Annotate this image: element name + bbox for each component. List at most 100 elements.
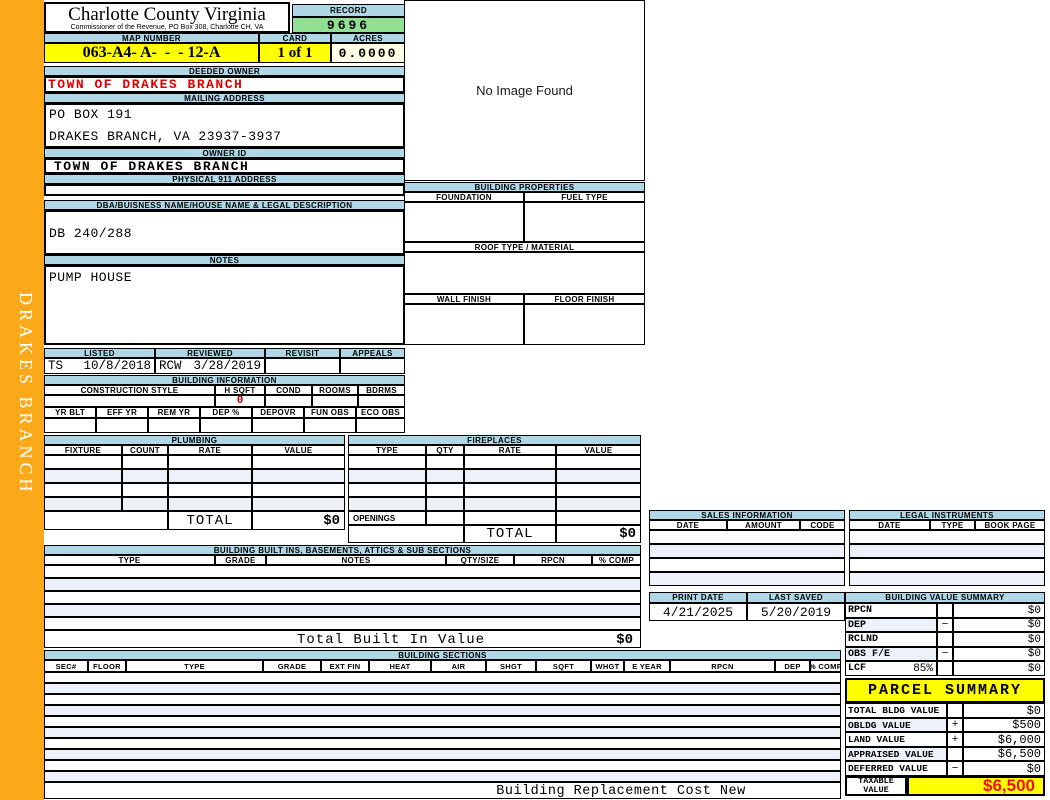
- bvs-op-lcf: [937, 661, 953, 676]
- print-date-header: PRINT DATE: [649, 592, 747, 603]
- ps-op-land: +: [947, 732, 963, 747]
- bs-col-air: AIR: [431, 660, 486, 672]
- sales-row: [649, 558, 845, 572]
- roof-type-header: ROOF TYPE / MATERIAL: [404, 242, 645, 252]
- dba-header: DBA/BUISNESS NAME/HOUSE NAME & LEGAL DES…: [44, 200, 405, 210]
- ps-value-land: $6,000: [963, 732, 1045, 747]
- ps-label-land: LAND VALUE: [845, 732, 947, 747]
- remyr-header: REM YR: [148, 407, 200, 418]
- no-image-text: No Image Found: [476, 83, 573, 98]
- fireplaces-col-value: VALUE: [556, 445, 641, 455]
- bs-col-grade: GRADE: [263, 660, 321, 672]
- notes-box[interactable]: PUMP HOUSE: [44, 265, 405, 345]
- bvs-op-obs: −: [937, 647, 953, 661]
- openings-text: OPENINGS: [353, 513, 396, 523]
- fireplaces-header: FIREPLACES: [348, 435, 641, 445]
- built-ins-total-label: Total Built In Value: [296, 632, 486, 648]
- floor-finish-value[interactable]: [524, 304, 645, 345]
- sales-row: [649, 572, 845, 586]
- plumbing-header: PLUMBING: [44, 435, 345, 445]
- fireplaces-col-qty: QTY: [426, 445, 464, 455]
- fireplaces-row-cell: [426, 469, 464, 483]
- revisit-value-cell[interactable]: [265, 358, 340, 374]
- plumbing-col-fixture: FIXTURE: [44, 445, 122, 455]
- building-sections-header: BUILDING SECTIONS: [44, 650, 841, 660]
- fireplaces-row-cell: [464, 497, 556, 511]
- legal-row: [849, 558, 1045, 572]
- yrblt-value[interactable]: [44, 418, 96, 433]
- ps-op-obldg: +: [947, 718, 963, 732]
- card-value[interactable]: 1 of 1: [259, 43, 331, 63]
- dba-box[interactable]: DB 240/288: [44, 210, 405, 255]
- foundation-value[interactable]: [404, 202, 524, 242]
- bs-row: [44, 672, 841, 683]
- county-subtitle: Commissioner of the Revenue, PO Box 308,…: [70, 24, 264, 31]
- deeded-owner-value[interactable]: TOWN OF DRAKES BRANCH: [44, 76, 405, 93]
- ecoobs-value[interactable]: [356, 418, 405, 433]
- bdrms-value[interactable]: [358, 395, 405, 407]
- fireplaces-row-cell: [464, 455, 556, 469]
- reviewed-value-cell[interactable]: RCW 3/28/2019: [155, 358, 265, 374]
- fireplaces-total-spacer: [348, 525, 464, 543]
- built-ins-col-type: TYPE: [44, 555, 215, 565]
- hsqft-value[interactable]: 0: [215, 395, 265, 407]
- last-saved-header: LAST SAVED: [747, 592, 845, 603]
- listed-value-cell[interactable]: TS 10/8/2018: [44, 358, 155, 374]
- plumbing-row-cell: [44, 497, 122, 511]
- construction-style-value[interactable]: [44, 395, 215, 407]
- reviewed-header: REVIEWED: [155, 348, 265, 358]
- mailing-line2: DRAKES BRANCH, VA 23937-3937: [49, 129, 282, 144]
- listed-by: TS: [48, 359, 64, 373]
- wall-finish-value[interactable]: [404, 304, 524, 345]
- legal-col-date: DATE: [849, 520, 930, 530]
- roof-type-value[interactable]: [404, 252, 645, 294]
- property-image-panel: No Image Found: [404, 0, 645, 181]
- effyr-header: EFF YR: [96, 407, 148, 418]
- bs-col-rpcn: RPCN: [670, 660, 775, 672]
- fireplaces-openings-qty[interactable]: [426, 511, 464, 525]
- map-number-value[interactable]: 063-A4- A- - - 12-A: [44, 43, 259, 63]
- fireplaces-row-cell: [348, 455, 426, 469]
- rooms-value[interactable]: [312, 395, 358, 407]
- bvs-value-lcf: $0: [953, 661, 1045, 676]
- plumbing-row-cell: [168, 497, 252, 511]
- funobs-value[interactable]: [304, 418, 356, 433]
- fireplaces-row-cell: [556, 483, 641, 497]
- fuel-type-header: FUEL TYPE: [524, 192, 645, 202]
- legal-row: [849, 544, 1045, 558]
- yrblt-header: YR BLT: [44, 407, 96, 418]
- plumbing-row-cell: [44, 469, 122, 483]
- bs-col-floor: FLOOR: [88, 660, 126, 672]
- owner-id-value[interactable]: TOWN OF DRAKES BRANCH: [44, 158, 405, 174]
- reviewed-by: RCW: [159, 359, 182, 373]
- physical-911-header: PHYSICAL 911 ADDRESS: [44, 174, 405, 184]
- mailing-line1: PO BOX 191: [49, 107, 133, 122]
- lcf-text: LCF: [848, 663, 867, 674]
- ps-label-obldg: OBLDG VALUE: [845, 718, 947, 732]
- sales-col-date: DATE: [649, 520, 727, 530]
- cond-value[interactable]: [265, 395, 312, 407]
- fireplaces-openings-rate: [464, 511, 556, 525]
- effyr-value[interactable]: [96, 418, 148, 433]
- plumbing-total-value: $0: [252, 511, 345, 530]
- physical-911-box[interactable]: [44, 184, 405, 196]
- fireplaces-row-cell: [426, 455, 464, 469]
- remyr-value[interactable]: [148, 418, 200, 433]
- fireplaces-row-cell: [426, 483, 464, 497]
- map-number-header: MAP NUMBER: [44, 33, 259, 43]
- bs-col-sec: SEC#: [44, 660, 88, 672]
- ps-op-appraised: [947, 747, 963, 761]
- bdrms-header: BDRMS: [358, 385, 405, 395]
- built-ins-row: [44, 565, 641, 578]
- fuel-type-value[interactable]: [524, 202, 645, 242]
- fireplaces-row-cell: [348, 469, 426, 483]
- appeals-value-cell[interactable]: [340, 358, 405, 374]
- bs-col-dep: DEP: [775, 660, 810, 672]
- lcf-percent: 85%: [913, 662, 933, 675]
- plumbing-row-cell: [168, 469, 252, 483]
- ecoobs-header: ECO OBS: [356, 407, 405, 418]
- plumbing-row-cell: [122, 455, 168, 469]
- mailing-address-box[interactable]: PO BOX 191 DRAKES BRANCH, VA 23937-3937: [44, 103, 405, 148]
- deppct-value[interactable]: [200, 418, 252, 433]
- depovr-value[interactable]: [252, 418, 304, 433]
